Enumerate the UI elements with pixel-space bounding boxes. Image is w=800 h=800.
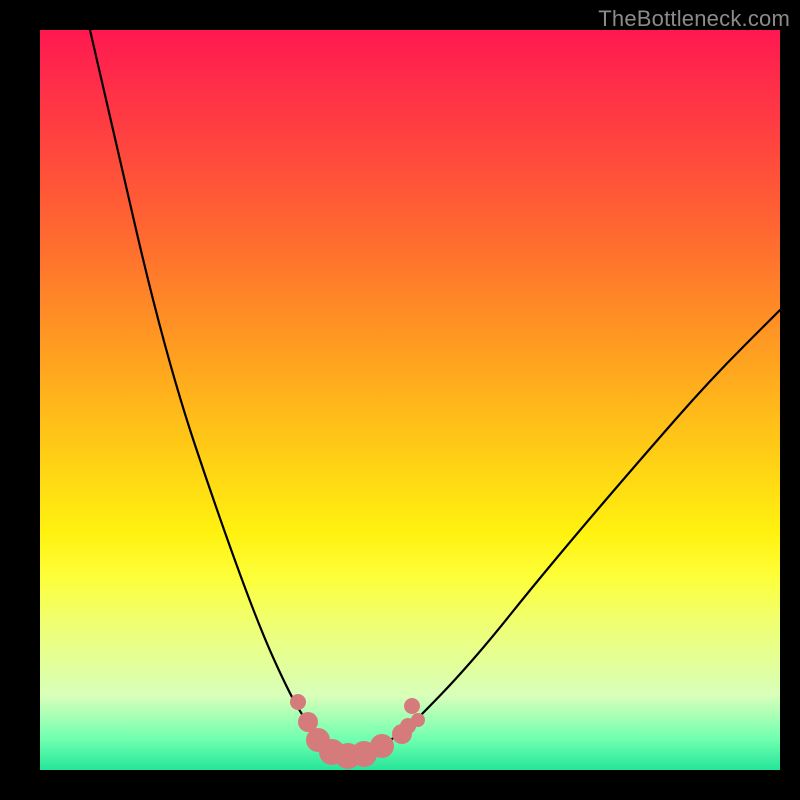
curve-marker xyxy=(404,698,420,714)
curve-marker xyxy=(411,713,425,727)
curve-markers xyxy=(290,694,425,769)
curve-marker xyxy=(290,694,306,710)
curve-marker xyxy=(370,734,394,758)
chart-svg xyxy=(40,30,780,770)
bottleneck-curve xyxy=(90,30,780,754)
plot-area xyxy=(40,30,780,770)
chart-frame: TheBottleneck.com xyxy=(0,0,800,800)
watermark-text: TheBottleneck.com xyxy=(598,6,790,32)
